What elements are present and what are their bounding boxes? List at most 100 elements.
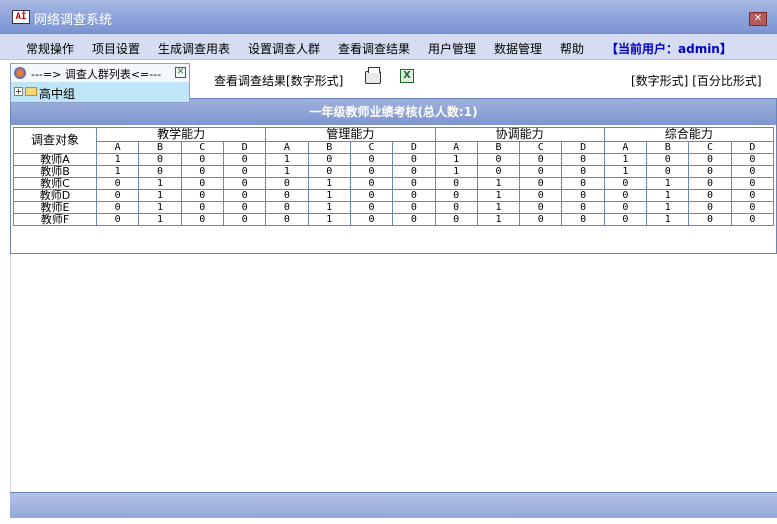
score-cell: 1 <box>138 177 182 190</box>
score-cell: 0 <box>519 165 563 178</box>
score-cell: 0 <box>730 189 775 202</box>
score-cell: 0 <box>561 201 605 214</box>
panel-close-icon[interactable]: ✕ <box>175 67 186 78</box>
number-format-link[interactable]: [数字形式] <box>631 74 688 88</box>
score-cell: 0 <box>730 177 775 190</box>
score-cell: 0 <box>476 165 521 178</box>
grade-header: B <box>646 141 690 154</box>
teacher-name-cell: 教师A <box>13 153 97 166</box>
format-switch: [数字形式] [百分比形式] <box>631 72 762 89</box>
score-cell: 1 <box>476 189 521 202</box>
excel-icon[interactable]: X <box>400 69 414 83</box>
grade-header: C <box>519 141 563 154</box>
population-list-title: ---=> 调查人群列表<=--- <box>31 68 162 81</box>
score-cell: 0 <box>603 213 648 226</box>
score-cell: 0 <box>392 213 436 226</box>
category-header: 管理能力 <box>265 127 436 142</box>
score-cell: 1 <box>646 201 690 214</box>
category-header: 综合能力 <box>603 127 775 142</box>
score-cell: 0 <box>307 153 351 166</box>
score-cell: 1 <box>265 165 309 178</box>
score-cell: 1 <box>476 177 521 190</box>
menu-item-data-management[interactable]: 数据管理 <box>494 40 542 57</box>
score-cell: 0 <box>265 177 309 190</box>
score-cell: 0 <box>392 165 436 178</box>
score-cell: 0 <box>519 153 563 166</box>
score-cell: 0 <box>688 165 732 178</box>
score-cell: 0 <box>688 213 732 226</box>
menu-item-general[interactable]: 常规操作 <box>26 40 74 57</box>
score-cell: 0 <box>434 177 478 190</box>
score-cell: 1 <box>434 153 478 166</box>
teacher-name-cell: 教师F <box>13 213 97 226</box>
grade-header: D <box>392 141 436 154</box>
population-list-header: ---=> 调查人群列表<=--- ✕ <box>11 64 189 82</box>
grade-header: B <box>307 141 351 154</box>
grade-header: A <box>95 141 140 154</box>
grade-header: C <box>180 141 224 154</box>
category-header-row: 调查对象 教学能力 管理能力 协调能力 综合能力 <box>13 127 775 154</box>
score-cell: 0 <box>730 213 775 226</box>
expand-icon[interactable]: + <box>14 87 23 96</box>
score-cell: 0 <box>222 213 267 226</box>
score-cell: 1 <box>138 201 182 214</box>
score-cell: 0 <box>95 201 140 214</box>
menu-bar: 常规操作 项目设置 生成调查用表 设置调查人群 查看调查结果 用户管理 数据管理… <box>0 34 777 60</box>
menu-item-user-management[interactable]: 用户管理 <box>428 40 476 57</box>
score-cell: 0 <box>561 165 605 178</box>
score-cell: 0 <box>265 213 309 226</box>
status-bar <box>10 492 777 518</box>
score-cell: 0 <box>349 153 394 166</box>
menu-item-generate-forms[interactable]: 生成调查用表 <box>158 40 230 57</box>
teacher-name-cell: 教师C <box>13 177 97 190</box>
score-cell: 0 <box>434 201 478 214</box>
tree-item-high-school-group[interactable]: + 高中组 <box>11 82 189 102</box>
close-icon[interactable]: ✕ <box>749 12 767 26</box>
score-cell: 0 <box>180 177 224 190</box>
score-cell: 1 <box>476 201 521 214</box>
grade-header: D <box>730 141 775 154</box>
score-cell: 0 <box>392 201 436 214</box>
score-cell: 0 <box>646 165 690 178</box>
score-cell: 0 <box>519 201 563 214</box>
score-cell: 0 <box>392 177 436 190</box>
teacher-name-cell: 教师D <box>13 189 97 202</box>
grade-header-row: ABCDABCDABCDABCD <box>14 141 775 154</box>
grade-header: D <box>222 141 267 154</box>
percent-format-link[interactable]: [百分比形式] <box>692 74 761 88</box>
score-cell: 0 <box>222 165 267 178</box>
table-row: 教师B 1 0 0 0 1 0 0 0 1 0 0 0 1 0 0 0 <box>13 165 775 178</box>
score-cell: 1 <box>307 213 351 226</box>
category-header: 教学能力 <box>95 127 267 142</box>
score-cell: 0 <box>222 201 267 214</box>
score-cell: 0 <box>95 213 140 226</box>
score-cell: 0 <box>95 177 140 190</box>
title-bar: Aİ 网络调查系统 ✕ <box>0 0 777 34</box>
window-title: 网络调查系统 <box>34 13 113 28</box>
menu-item-view-results[interactable]: 查看调查结果 <box>338 40 410 57</box>
score-cell: 0 <box>222 177 267 190</box>
score-cell: 0 <box>180 165 224 178</box>
table-row: 教师A 1 0 0 0 1 0 0 0 1 0 0 0 1 0 0 0 <box>13 153 775 166</box>
score-cell: 1 <box>95 165 140 178</box>
score-cell: 0 <box>392 189 436 202</box>
teacher-name-cell: 教师E <box>13 201 97 214</box>
category-header: 协调能力 <box>434 127 605 142</box>
menu-item-set-population[interactable]: 设置调查人群 <box>248 40 320 57</box>
score-cell: 0 <box>434 213 478 226</box>
table-body: 教师A 1 0 0 0 1 0 0 0 1 0 0 0 1 0 0 0 教师B 1 0 0 0 1 0 0 0 1 0 0 0 1 0 0 0 教师… <box>13 153 775 226</box>
score-cell: 0 <box>307 165 351 178</box>
score-cell: 0 <box>222 153 267 166</box>
score-cell: 0 <box>603 177 648 190</box>
score-cell: 0 <box>138 165 182 178</box>
menu-item-project-settings[interactable]: 项目设置 <box>92 40 140 57</box>
window-bottom-edge <box>0 518 777 524</box>
view-results-label: 查看调查结果[数字形式] <box>214 74 344 88</box>
score-cell: 0 <box>561 189 605 202</box>
score-cell: 1 <box>603 165 648 178</box>
printer-icon[interactable] <box>365 67 381 84</box>
score-cell: 1 <box>265 153 309 166</box>
score-cell: 0 <box>349 213 394 226</box>
score-cell: 0 <box>519 189 563 202</box>
menu-item-help[interactable]: 帮助 <box>560 40 584 57</box>
